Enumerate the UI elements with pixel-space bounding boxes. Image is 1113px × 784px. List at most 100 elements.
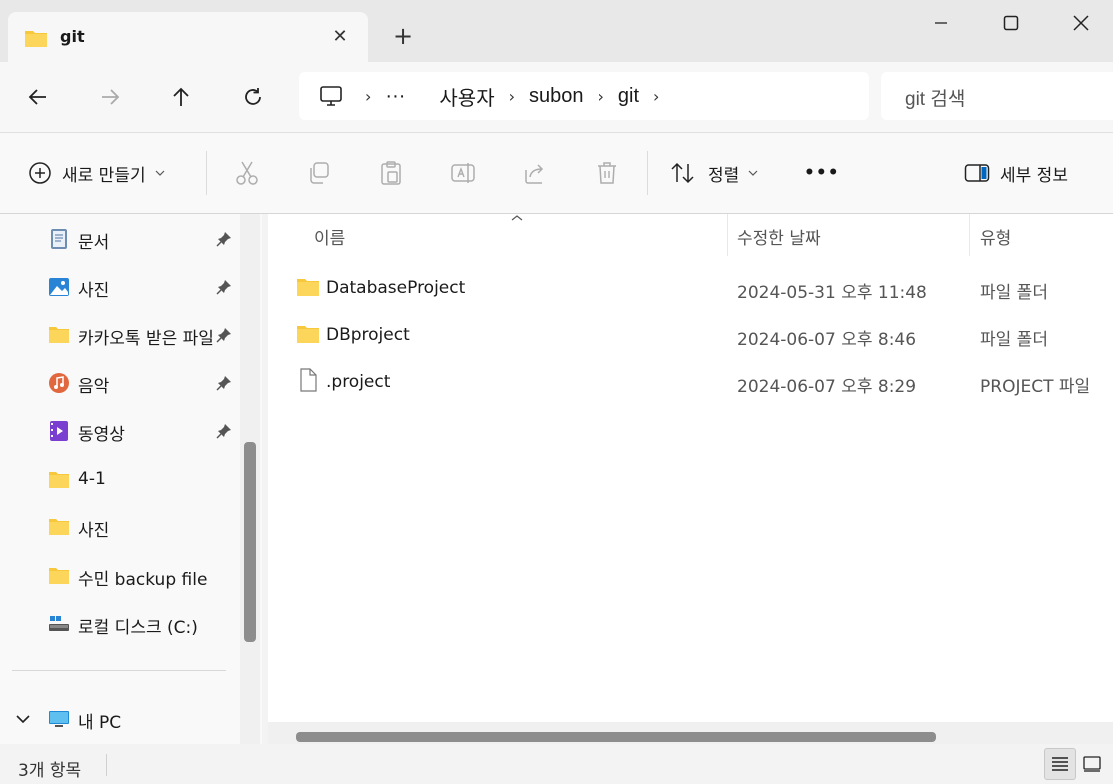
- horizontal-scrollbar-thumb[interactable]: [296, 732, 936, 742]
- scissors-icon: [236, 161, 258, 185]
- folder-icon: [297, 326, 319, 343]
- sidebar-item-pictures[interactable]: 사진: [0, 266, 240, 306]
- list-view-icon: [1052, 757, 1068, 771]
- sidebar-item-documents[interactable]: 문서: [0, 218, 240, 258]
- file-modified: 2024-06-07 오후 8:46: [737, 330, 917, 350]
- more-options-button[interactable]: •••: [804, 153, 840, 193]
- sidebar-item-kakaotalk-files[interactable]: 카카오톡 받은 파일: [0, 314, 240, 354]
- sidebar-item-local-disk[interactable]: 로컬 디스크 (C:): [0, 603, 240, 643]
- sidebar-item-label: 4-1: [78, 469, 106, 489]
- breadcrumb-git[interactable]: git: [618, 85, 639, 108]
- column-header-modified[interactable]: 수정한 날짜: [737, 224, 821, 249]
- chevron-down-icon: [155, 170, 165, 176]
- pin-icon[interactable]: [216, 375, 232, 391]
- folder-icon: [49, 568, 69, 584]
- sidebar-item-sumin-backup[interactable]: 수민 backup file: [0, 555, 240, 595]
- sidebar-item-label: 카카오톡 받은 파일: [78, 329, 214, 349]
- pin-icon[interactable]: [216, 423, 232, 439]
- share-icon: [525, 164, 544, 184]
- folder-icon: [49, 519, 69, 535]
- rename-icon: [451, 163, 475, 183]
- address-bar[interactable]: › ··· 사용자 › subon › git ›: [299, 72, 869, 120]
- tab-close-button[interactable]: ✕: [326, 24, 354, 50]
- breadcrumb-overflow[interactable]: ···: [385, 85, 405, 108]
- divider: [12, 670, 226, 671]
- separator: [647, 151, 648, 195]
- file-name: DatabaseProject: [326, 278, 466, 298]
- breadcrumb-users[interactable]: 사용자: [439, 82, 494, 111]
- new-tab-button[interactable]: +: [388, 22, 418, 52]
- sidebar-item-4-1[interactable]: 4-1: [0, 459, 240, 499]
- file-row[interactable]: DatabaseProject 2024-05-31 오후 11:48 파일 폴…: [268, 265, 1113, 311]
- clipboard-icon: [381, 161, 401, 185]
- video-icon: [50, 421, 68, 441]
- column-divider[interactable]: [727, 214, 728, 256]
- column-header-name[interactable]: 이름: [314, 224, 345, 249]
- document-icon: [51, 229, 67, 249]
- trash-icon: [598, 162, 616, 184]
- file-name: .project: [326, 372, 391, 392]
- file-row[interactable]: DBproject 2024-06-07 오후 8:46 파일 폴더: [268, 312, 1113, 358]
- refresh-button[interactable]: [235, 79, 271, 115]
- sidebar-item-photos-folder[interactable]: 사진: [0, 506, 240, 546]
- minimize-button[interactable]: [918, 8, 964, 38]
- column-divider[interactable]: [969, 214, 970, 256]
- paste-button[interactable]: [378, 153, 404, 193]
- search-box[interactable]: git 검색: [881, 72, 1113, 120]
- sort-icon: [671, 162, 694, 184]
- breadcrumb-subon[interactable]: subon: [529, 85, 584, 108]
- delete-button[interactable]: [594, 153, 620, 193]
- pin-icon[interactable]: [216, 279, 232, 295]
- back-arrow-icon: [28, 89, 46, 105]
- cut-button[interactable]: [234, 153, 260, 193]
- rename-button[interactable]: [450, 153, 476, 193]
- file-type: PROJECT 파일: [980, 377, 1091, 397]
- separator: [106, 754, 107, 776]
- copy-button[interactable]: [306, 153, 332, 193]
- share-button[interactable]: [522, 153, 548, 193]
- drive-icon: [49, 616, 69, 631]
- chevron-right-icon[interactable]: ›: [653, 87, 659, 106]
- navigation-bar: › ··· 사용자 › subon › git › git 검색: [0, 62, 1113, 132]
- chevron-right-icon: ›: [597, 86, 604, 106]
- sidebar-scrollbar-thumb[interactable]: [244, 442, 256, 642]
- item-count: 3개 항목: [18, 761, 82, 781]
- file-type: 파일 폴더: [980, 330, 1048, 350]
- folder-icon: [49, 472, 69, 488]
- column-header-type[interactable]: 유형: [980, 224, 1011, 249]
- sidebar-item-label: 문서: [78, 233, 110, 253]
- sidebar-item-label: 음악: [78, 377, 110, 397]
- file-type: 파일 폴더: [980, 283, 1048, 303]
- forward-arrow-icon: [102, 89, 120, 105]
- sidebar-item-label: 내 PC: [78, 713, 122, 733]
- details-view-button[interactable]: [1044, 748, 1076, 780]
- file-name: DBproject: [326, 325, 410, 345]
- sidebar-item-videos[interactable]: 동영상: [0, 410, 240, 450]
- search-placeholder: git 검색: [905, 89, 966, 110]
- folder-icon: [24, 28, 48, 52]
- sort-button[interactable]: 정렬: [670, 153, 759, 193]
- details-label: 세부 정보: [1000, 165, 1068, 186]
- chevron-right-icon: ›: [365, 86, 372, 106]
- back-button[interactable]: [20, 79, 56, 115]
- new-button[interactable]: 새로 만들기: [28, 153, 166, 193]
- tiles-view-button[interactable]: [1076, 748, 1108, 780]
- sidebar-item-music[interactable]: 음악: [0, 362, 240, 402]
- chevron-right-icon: ›: [508, 86, 515, 106]
- maximize-button[interactable]: [988, 8, 1034, 38]
- pin-icon[interactable]: [216, 327, 232, 343]
- file-list: 이름 수정한 날짜 유형 DatabaseProject 2024-05-31 …: [268, 214, 1113, 744]
- tab-git[interactable]: git ✕: [8, 12, 368, 62]
- details-pane-button[interactable]: 세부 정보: [964, 153, 1068, 193]
- file-row[interactable]: .project 2024-06-07 오후 8:29 PROJECT 파일: [268, 359, 1113, 405]
- file-modified: 2024-06-07 오후 8:29: [737, 377, 917, 397]
- pin-icon[interactable]: [216, 231, 232, 247]
- up-button[interactable]: [163, 79, 199, 115]
- sidebar-item-label: 수민 backup file: [78, 570, 208, 590]
- folder-icon: [297, 279, 319, 296]
- sidebar-item-label: 사진: [78, 281, 110, 301]
- sidebar-item-this-pc[interactable]: 내 PC: [0, 698, 240, 738]
- forward-button[interactable]: [92, 79, 128, 115]
- monitor-icon: [49, 711, 69, 727]
- close-window-button[interactable]: [1058, 8, 1104, 38]
